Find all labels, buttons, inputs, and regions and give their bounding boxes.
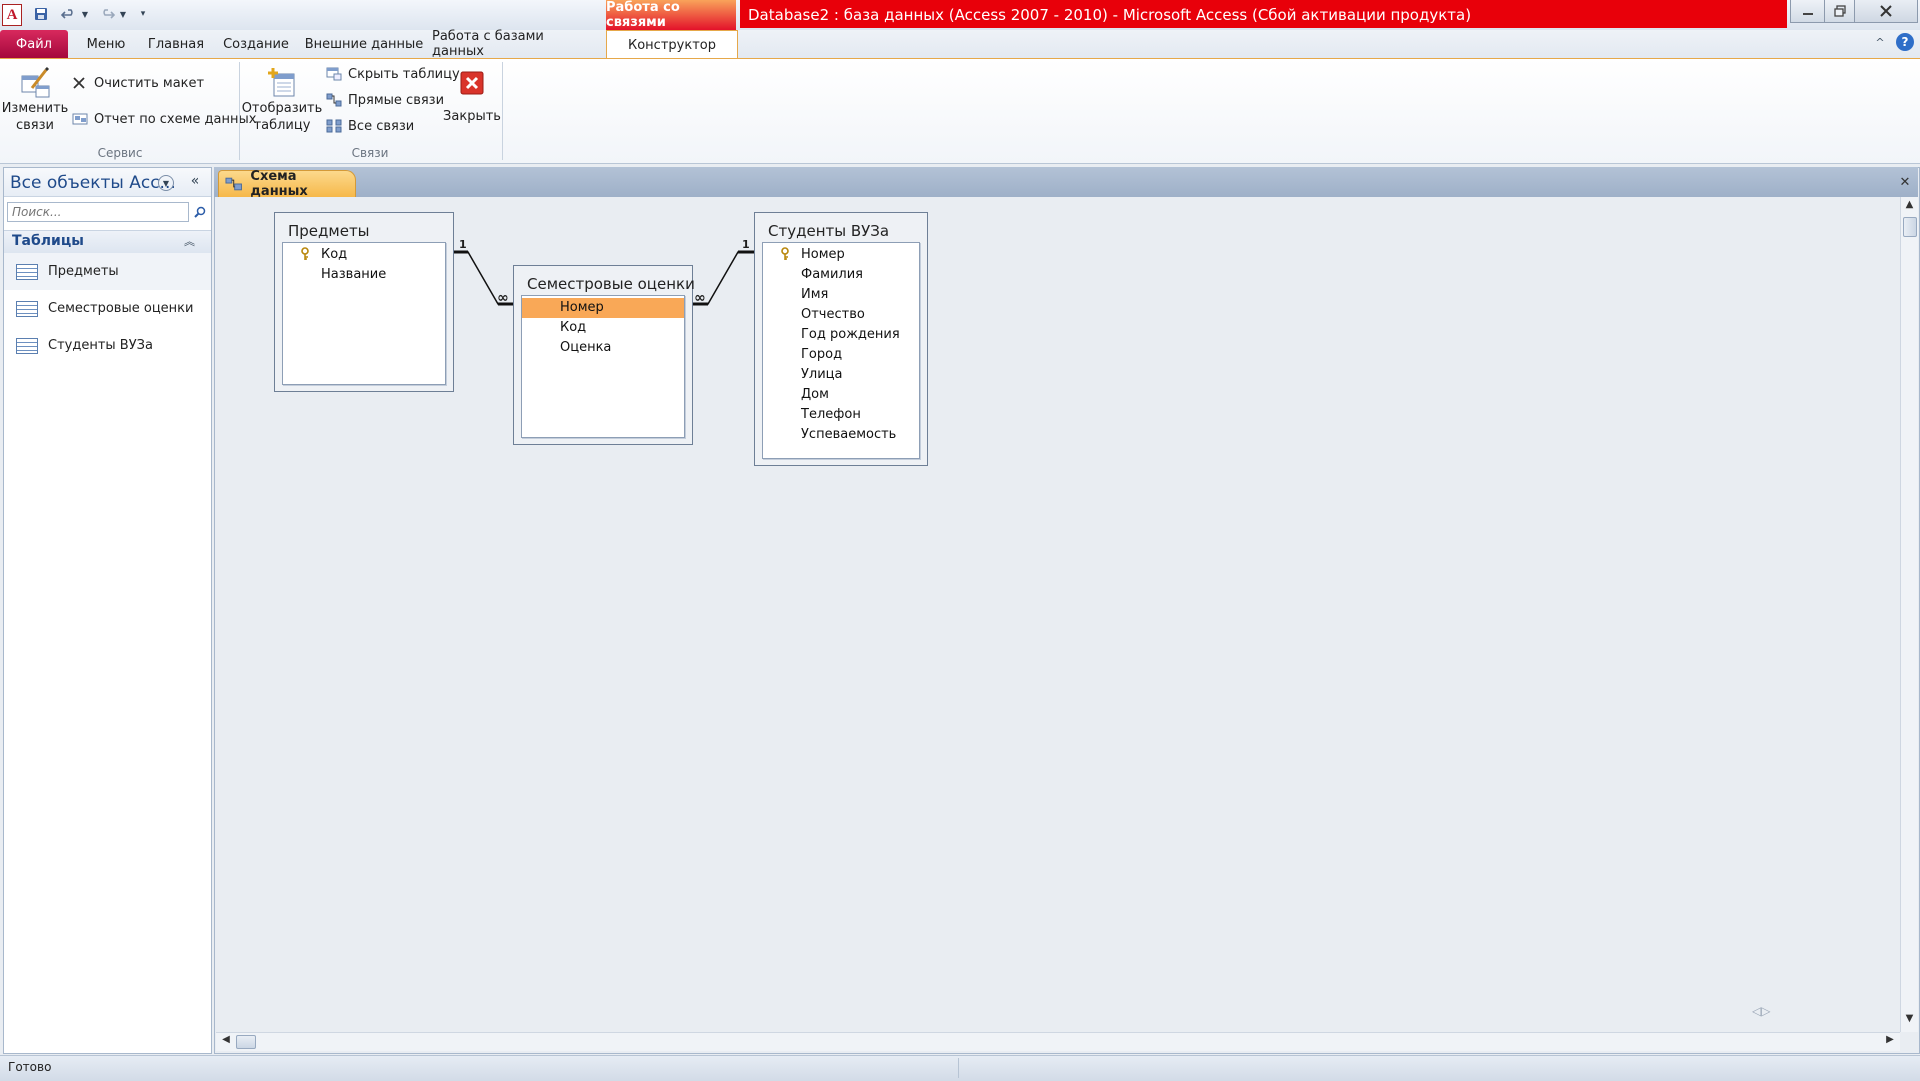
primary-key-icon [301, 247, 309, 260]
field-row[interactable]: Успеваемость [763, 425, 919, 445]
field-list: Номер Код Оценка [521, 295, 685, 438]
table-box-semester-grades[interactable]: Семестровые оценки Номер Код Оценка [513, 265, 695, 445]
field-label: Номер [801, 247, 845, 262]
relationship-many-label: ∞ [694, 290, 706, 306]
scroll-up-icon[interactable]: ▲ [1902, 199, 1917, 215]
field-label: Код [560, 320, 587, 335]
field-label: Город [801, 347, 843, 362]
field-row[interactable]: Фамилия [763, 265, 919, 285]
relationship-one-label: 1 [459, 238, 467, 251]
field-row[interactable]: Имя [763, 285, 919, 305]
field-row[interactable]: Код [283, 245, 445, 265]
field-label: Код [321, 247, 348, 262]
table-title: Предметы [288, 222, 370, 240]
scroll-down-icon[interactable]: ▼ [1902, 1013, 1917, 1029]
field-list: Код Название [282, 242, 446, 385]
vertical-scrollbar[interactable]: ▲ ▼ [1900, 197, 1918, 1032]
field-row[interactable]: Год рождения [763, 325, 919, 345]
field-label: Успеваемость [801, 427, 897, 442]
table-title: Семестровые оценки [527, 275, 695, 293]
field-label: Телефон [801, 407, 861, 422]
field-row[interactable]: Телефон [763, 405, 919, 425]
table-box-students[interactable]: Студенты ВУЗа Номер Фамилия Имя Отчество… [754, 212, 928, 466]
field-list: Номер Фамилия Имя Отчество Год рождения … [762, 242, 920, 459]
field-row[interactable]: Номер [763, 245, 919, 265]
status-separator [958, 1058, 959, 1078]
field-label: Фамилия [801, 267, 863, 282]
relationship-lines [453, 250, 754, 306]
split-handle-icon: ◁▷ [1752, 1004, 1771, 1018]
field-row[interactable]: Название [283, 265, 445, 285]
field-label: Дом [801, 387, 829, 402]
relationship-many-label: ∞ [497, 290, 509, 306]
relationship-one-label: 1 [742, 238, 750, 251]
field-label: Название [321, 267, 387, 282]
horizontal-scroll-thumb[interactable] [236, 1035, 256, 1049]
field-label: Отчество [801, 307, 865, 322]
vertical-scroll-thumb[interactable] [1903, 217, 1917, 237]
status-text: Готово [8, 1060, 52, 1074]
field-label: Улица [801, 367, 843, 382]
scroll-right-icon[interactable]: ▶ [1882, 1034, 1898, 1050]
field-label: Имя [801, 287, 829, 302]
primary-key-icon [781, 247, 789, 260]
scroll-left-icon[interactable]: ◀ [218, 1034, 234, 1050]
field-row[interactable]: Оценка [522, 338, 684, 358]
field-row[interactable]: Код [522, 318, 684, 338]
field-label: Оценка [560, 340, 612, 355]
field-row[interactable]: Отчество [763, 305, 919, 325]
table-box-subjects[interactable]: Предметы Код Название [274, 212, 454, 392]
field-label: Год рождения [801, 327, 900, 342]
field-row[interactable]: Улица [763, 365, 919, 385]
status-bar: Готово [0, 1055, 1920, 1081]
field-row[interactable]: Город [763, 345, 919, 365]
field-row-selected[interactable]: Номер [522, 298, 684, 318]
field-label: Номер [560, 300, 604, 315]
field-row[interactable]: Дом [763, 385, 919, 405]
horizontal-scrollbar[interactable]: ◀ ▶ [216, 1032, 1900, 1051]
table-title: Студенты ВУЗа [768, 222, 890, 240]
